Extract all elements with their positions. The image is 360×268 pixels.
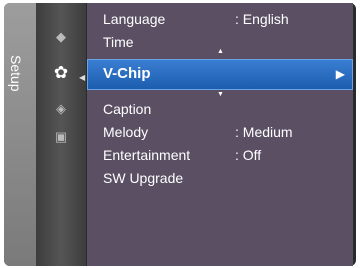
input-icon[interactable]: ▣ bbox=[53, 129, 69, 145]
menu-item-time[interactable]: Time bbox=[103, 33, 134, 51]
menu-value-language: : English bbox=[235, 11, 289, 27]
menu-item-v-chip-label: V-Chip bbox=[103, 65, 151, 82]
category-icon-column: ◆ ✿ ◀ ◈ ▣ bbox=[36, 3, 86, 266]
menu-item-v-chip-selected[interactable]: V-Chip ▶ bbox=[87, 59, 353, 90]
menu-item-language[interactable]: Language bbox=[103, 10, 165, 28]
setup-side-tab: Setup bbox=[4, 3, 36, 266]
picture-icon[interactable]: ◆ bbox=[53, 29, 69, 45]
submenu-arrow-icon: ▶ bbox=[335, 67, 345, 81]
menu-item-melody[interactable]: Melody bbox=[103, 123, 148, 141]
menu-item-entertainment[interactable]: Entertainment bbox=[103, 146, 190, 164]
active-category-caret-icon: ◀ bbox=[79, 73, 86, 82]
menu-value-melody: : Medium bbox=[235, 124, 293, 140]
channel-icon[interactable]: ◈ bbox=[53, 101, 69, 117]
menu-item-caption[interactable]: Caption bbox=[103, 100, 151, 118]
scroll-down-icon: ▼ bbox=[217, 91, 224, 98]
scroll-up-icon: ▲ bbox=[217, 48, 224, 55]
menu-item-sw-upgrade[interactable]: SW Upgrade bbox=[103, 169, 183, 187]
side-tab-label: Setup bbox=[8, 55, 24, 92]
setup-menu-list: Language : English Time ▲ V-Chip ▶ ▼ Cap… bbox=[87, 3, 353, 266]
menu-value-entertainment: : Off bbox=[235, 147, 262, 163]
setup-gear-icon[interactable]: ✿ bbox=[53, 63, 69, 82]
